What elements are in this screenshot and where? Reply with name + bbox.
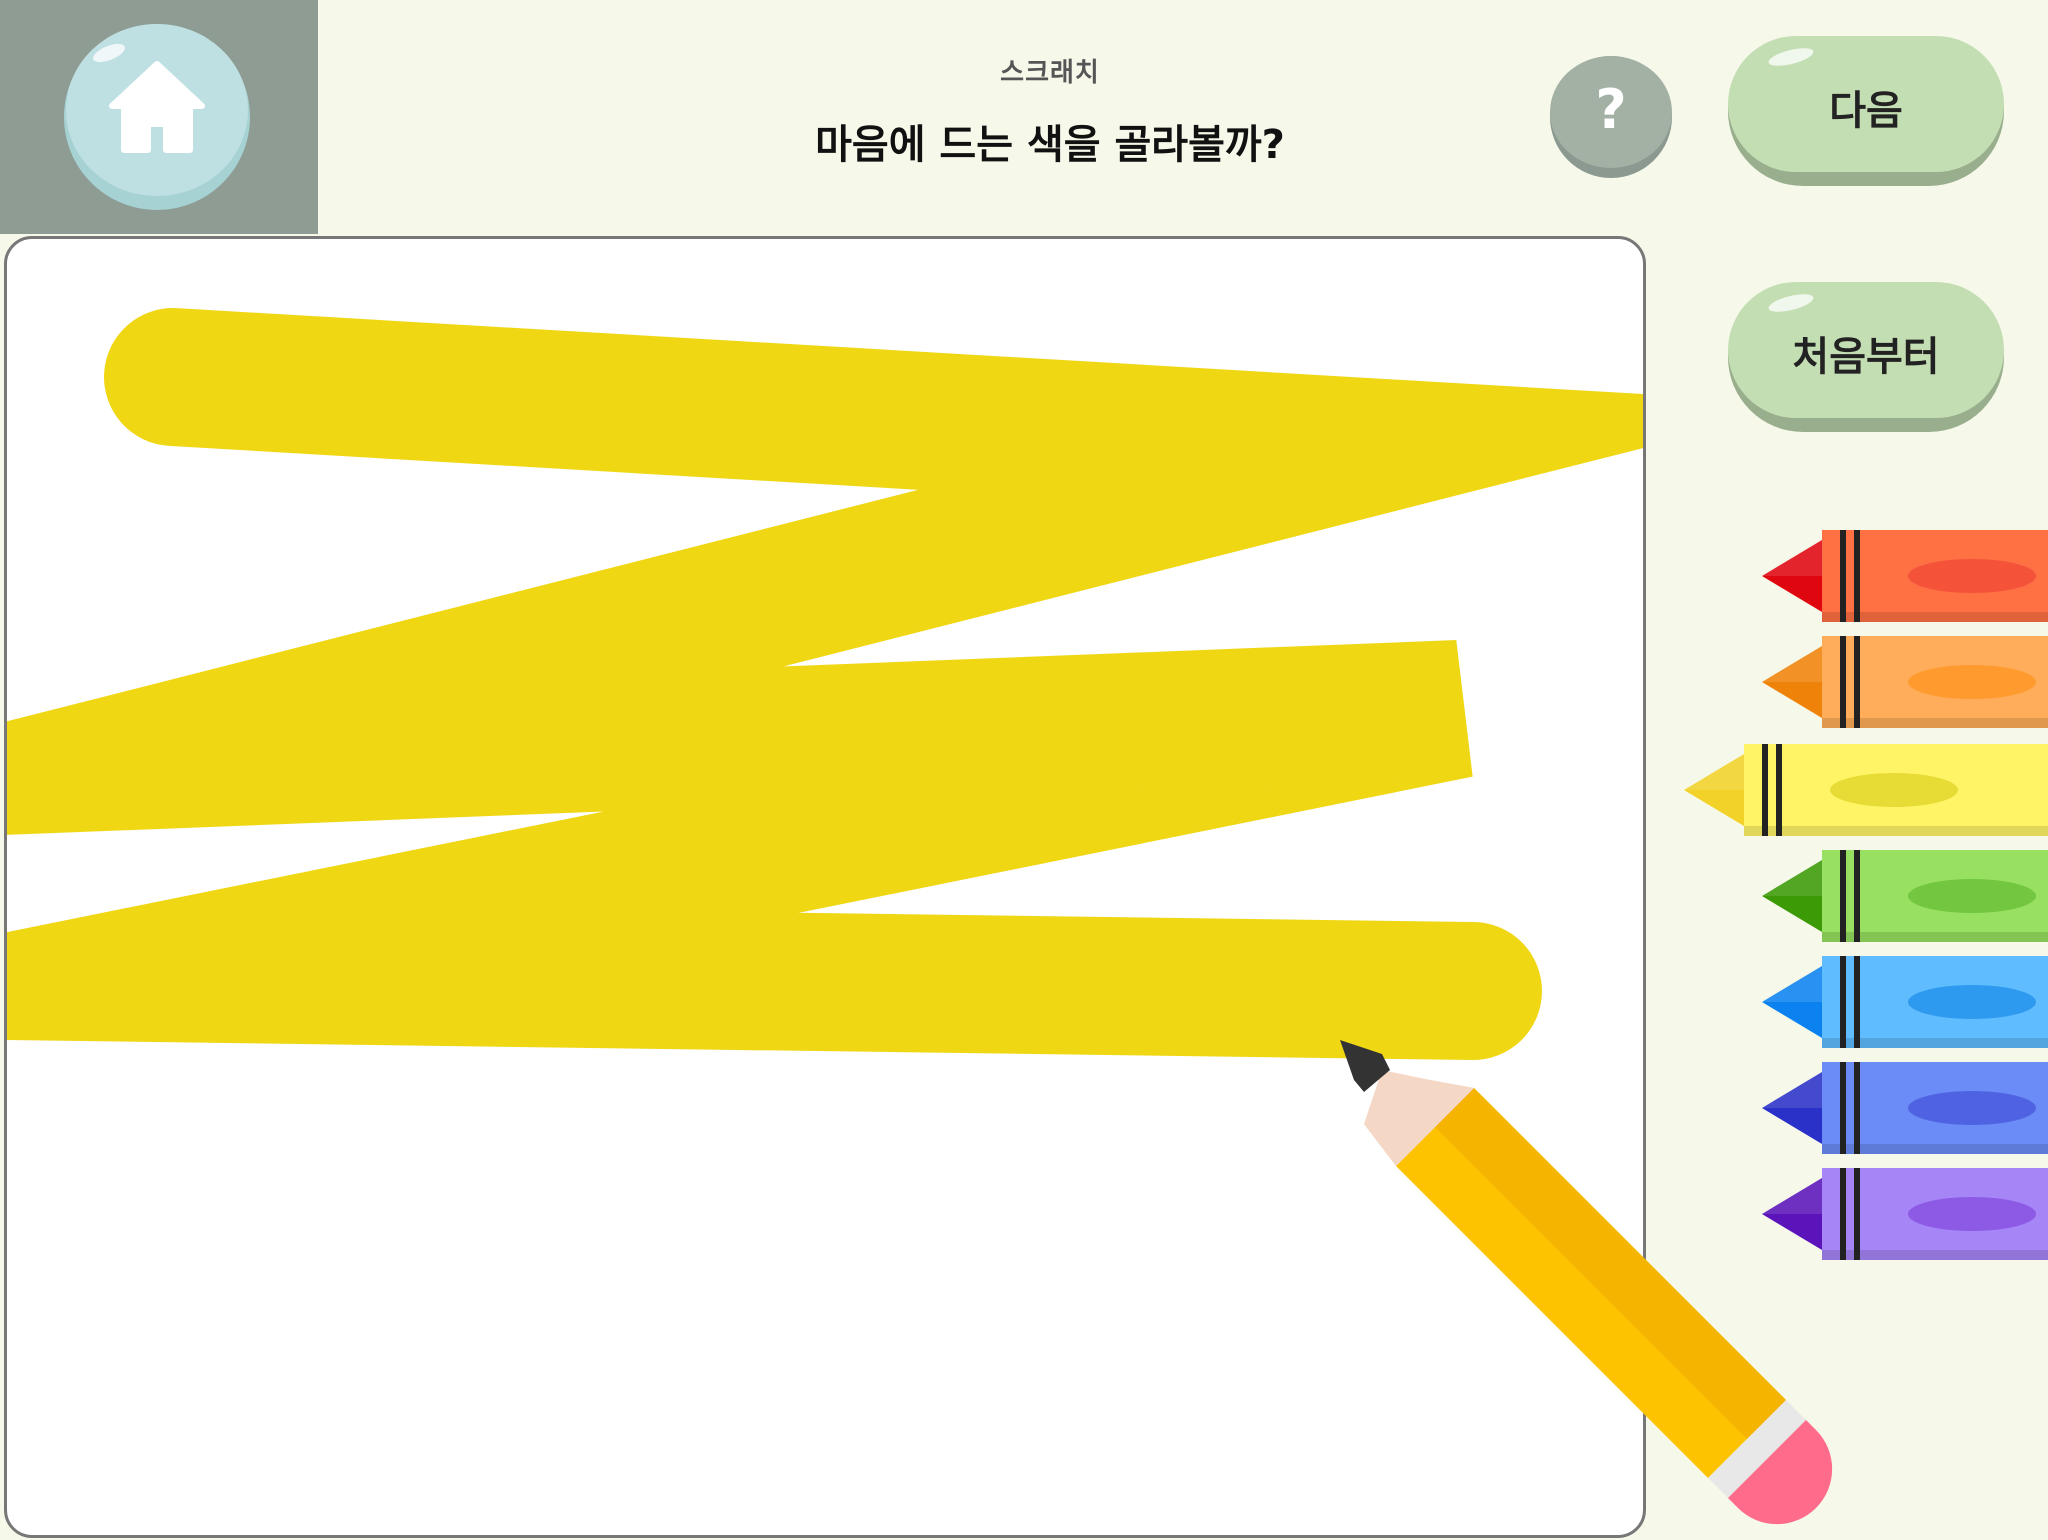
restart-button-label: 처음부터	[1792, 334, 1940, 380]
next-button-label: 다음	[1829, 88, 1903, 134]
crayon-green[interactable]	[1762, 850, 2048, 942]
crayon-red[interactable]	[1762, 530, 2048, 622]
restart-button[interactable]: 처음부터	[1728, 282, 2004, 432]
help-button[interactable]: ?	[1550, 56, 1672, 178]
question-icon: ?	[1595, 78, 1627, 141]
crayon-purple[interactable]	[1762, 1168, 2048, 1260]
crayon-orange[interactable]	[1762, 636, 2048, 728]
crayon-sky-blue[interactable]	[1762, 956, 2048, 1048]
activity-subtitle: 스크래치	[1000, 58, 1100, 88]
home-icon	[109, 61, 205, 153]
crayon-blue[interactable]	[1762, 1062, 2048, 1154]
page-title: 마음에 드는 색을 골라볼까?	[815, 122, 1285, 168]
home-button[interactable]	[64, 24, 250, 210]
next-button[interactable]: 다음	[1728, 36, 2004, 186]
crayon-yellow[interactable]	[1684, 744, 2048, 836]
